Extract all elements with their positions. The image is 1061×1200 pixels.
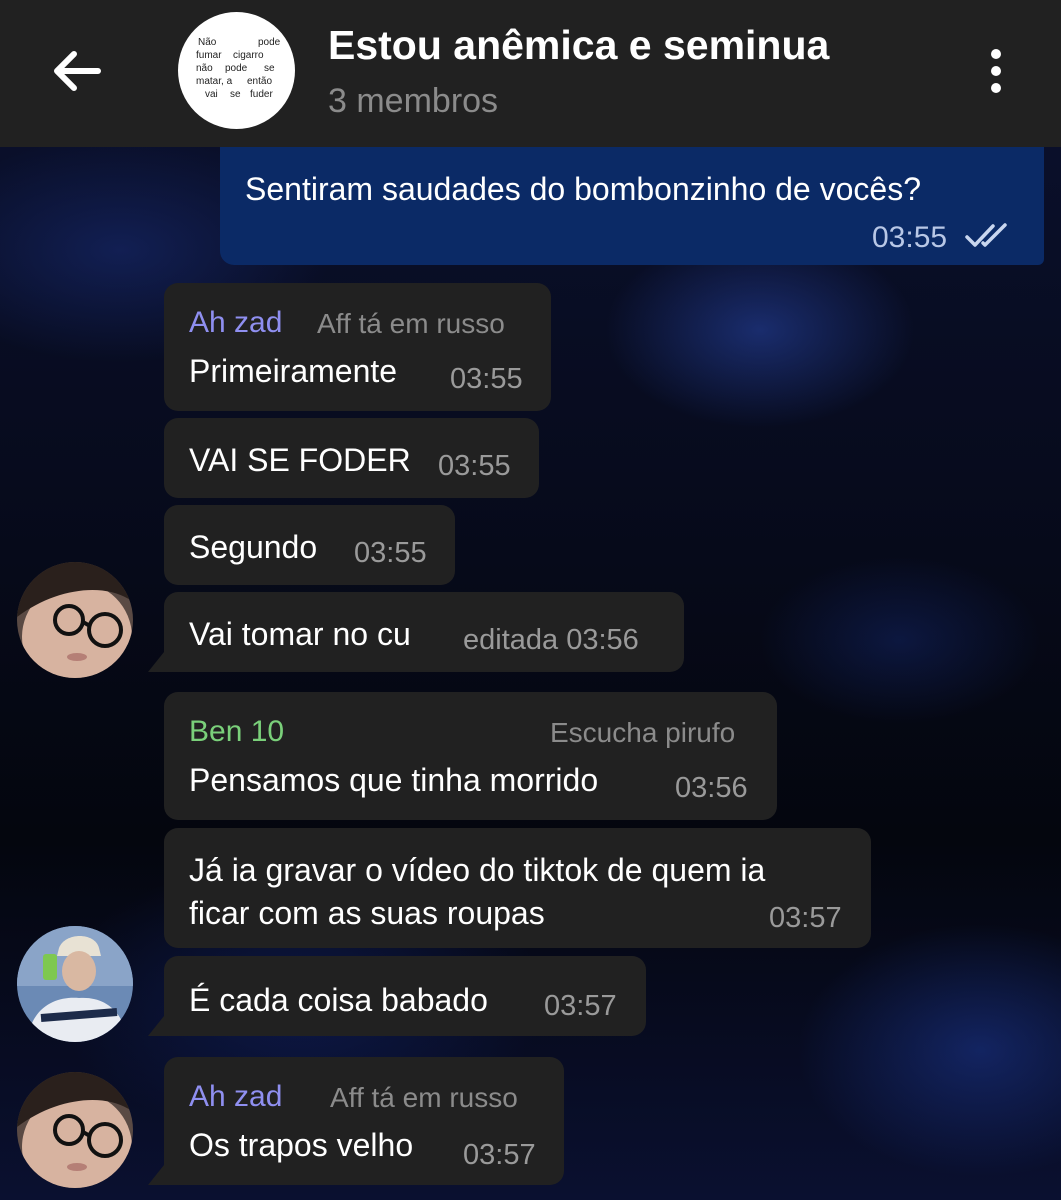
message-text: Primeiramente (189, 353, 398, 389)
member-count: 3 membros (328, 82, 499, 120)
svg-text:não: não (196, 63, 213, 74)
sender-tag: Escucha pirufo (550, 717, 736, 748)
svg-text:vai: vai (205, 89, 218, 100)
message-time: 03:55 (354, 537, 427, 569)
more-vertical-icon-dot (991, 83, 1001, 93)
message-time: 03:55 (450, 363, 523, 395)
incoming-message[interactable]: É cada coisa babado 03:57 (164, 956, 646, 1036)
incoming-message[interactable]: Já ia gravar o vídeo do tiktok de quem i… (164, 828, 871, 948)
message-text: Vai tomar no cu (189, 616, 411, 652)
message-time: 03:55 (438, 450, 511, 482)
arrow-left-icon (54, 51, 101, 91)
back-button[interactable] (40, 40, 112, 102)
svg-text:matar, a: matar, a (196, 76, 233, 87)
message-text: Os trapos velho (189, 1127, 414, 1163)
chat-header: Não pode fumar cigarro não pode se matar… (0, 0, 1061, 147)
chat-title[interactable]: Estou anêmica e seminua (328, 22, 928, 70)
more-vertical-icon (991, 49, 1001, 59)
incoming-message[interactable]: Segundo 03:55 (164, 505, 455, 585)
svg-text:cigarro: cigarro (233, 50, 264, 61)
sender-name[interactable]: Ah zad (189, 1080, 282, 1114)
group-avatar-image: Não pode fumar cigarro não pode se matar… (196, 37, 281, 100)
svg-text:se: se (230, 89, 241, 100)
person-photo-icon (17, 926, 133, 1042)
avatar-ben-10[interactable] (17, 926, 133, 1042)
message-text: Pensamos que tinha morrido (189, 762, 599, 798)
svg-text:Não: Não (198, 37, 217, 48)
incoming-message[interactable]: Ben 10 Escucha pirufo Pensamos que tinha… (164, 692, 777, 820)
message-time: 03:57 (769, 902, 842, 934)
message-time: editada 03:56 (463, 624, 639, 656)
message-text: É cada coisa babado (189, 982, 488, 1018)
sender-tag: Aff tá em russo (317, 308, 505, 339)
outgoing-message[interactable]: Sentiram saudades do bombonzinho de você… (220, 147, 1044, 265)
avatar-ah-zad[interactable] (17, 562, 133, 678)
svg-text:pode: pode (225, 63, 248, 74)
incoming-message[interactable]: Ah zad Aff tá em russo Os trapos velho 0… (164, 1057, 564, 1185)
svg-text:pode: pode (258, 37, 281, 48)
message-text: Sentiram saudades do bombonzinho de você… (245, 171, 921, 207)
message-text-line1: Já ia gravar o vídeo do tiktok de quem i… (189, 852, 766, 888)
message-time: 03:57 (544, 990, 617, 1022)
message-text: VAI SE FODER (189, 442, 411, 478)
incoming-message[interactable]: VAI SE FODER 03:55 (164, 418, 539, 498)
more-options-button[interactable] (976, 40, 1016, 102)
message-time: 03:57 (463, 1139, 536, 1171)
person-photo-icon (17, 562, 133, 678)
svg-text:se: se (264, 63, 275, 74)
incoming-message[interactable]: Vai tomar no cu editada 03:56 (164, 592, 684, 672)
svg-text:então: então (247, 76, 272, 87)
incoming-message[interactable]: Ah zad Aff tá em russo Primeiramente 03:… (164, 283, 551, 411)
avatar-ah-zad[interactable] (17, 1072, 133, 1188)
bubble-tail (148, 1165, 164, 1185)
message-text-line2: ficar com as suas roupas (189, 895, 545, 931)
sender-tag: Aff tá em russo (330, 1082, 518, 1113)
group-avatar[interactable]: Não pode fumar cigarro não pode se matar… (178, 12, 295, 129)
double-check-icon (965, 223, 1007, 247)
svg-text:fumar: fumar (196, 50, 222, 61)
message-text: Segundo (189, 529, 318, 565)
sender-name[interactable]: Ah zad (189, 306, 282, 340)
message-time: 03:56 (675, 772, 748, 804)
more-vertical-icon-dot (991, 66, 1001, 76)
bubble-tail (148, 1016, 164, 1036)
message-time: 03:55 (872, 221, 948, 254)
bubble-tail (148, 652, 164, 672)
svg-text:fuder: fuder (250, 89, 273, 100)
person-photo-icon (17, 1072, 133, 1188)
sender-name[interactable]: Ben 10 (189, 715, 284, 749)
